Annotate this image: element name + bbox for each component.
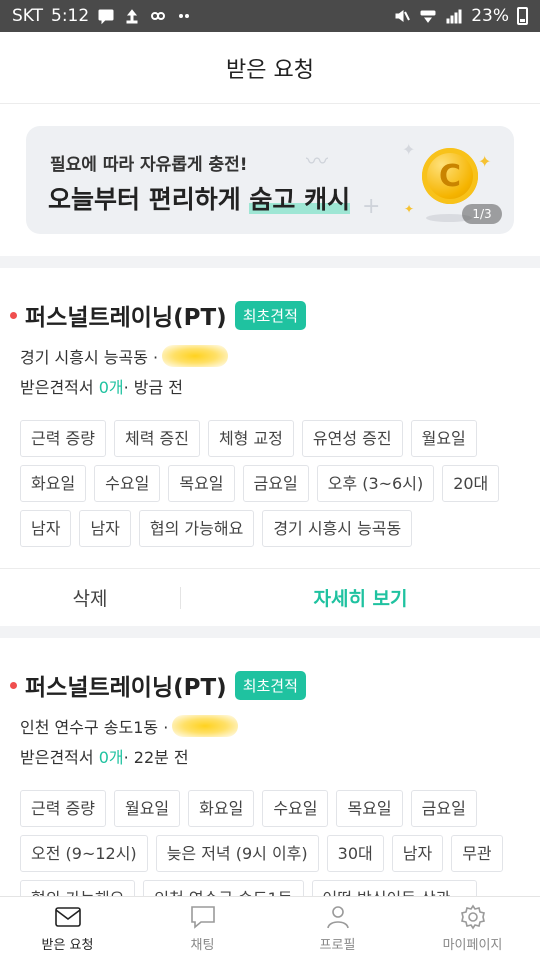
nav-label: 받은 요청: [41, 938, 94, 953]
request-tag: 30대: [326, 835, 384, 872]
request-actions: 삭제 자세히 보기: [0, 568, 540, 626]
mail-icon: [54, 907, 81, 927]
request-tag: 늦은 저녁 (9시 이후): [155, 835, 319, 872]
request-tag: 남자: [391, 835, 444, 872]
banner-subtitle: 필요에 따라 자유롭게 충전!: [50, 155, 248, 175]
request-tag: 금요일: [242, 465, 309, 502]
request-tag: 목요일: [168, 465, 235, 502]
chat-icon: [190, 906, 215, 929]
request-meta: 받은견적서 0개· 방금 전: [20, 374, 183, 398]
request-card[interactable]: 퍼스널트레이닝(PT) 최초견적 경기 시흥시 능곡동 · 받은견적서 0개· …: [0, 268, 540, 626]
nav-label: 마이페이지: [442, 938, 503, 953]
request-tag: 체형 교정: [207, 420, 294, 457]
request-tags: 근력 증량 월요일 화요일 수요일 목요일 금요일 오전 (9~12시) 늦은 …: [20, 790, 520, 898]
request-location: 인천 연수구 송도1동 ·: [20, 714, 239, 738]
quotes-label: 받은견적서: [20, 378, 99, 397]
person-icon: [326, 906, 349, 929]
banner-pager: 1/3: [462, 204, 502, 224]
request-tag: 근력 증량: [20, 420, 106, 457]
request-tag: 경기 시흥시 능곡동: [262, 510, 413, 547]
request-tag: 수요일: [262, 790, 329, 827]
request-location-text: 인천 연수구 송도1동 ·: [20, 718, 169, 737]
nav-chat[interactable]: 채팅: [135, 897, 270, 960]
request-tag: 협의 가능해요: [138, 510, 255, 547]
quotes-count: 0개: [98, 378, 124, 397]
quotes-label: 받은견적서: [20, 748, 99, 767]
banner-headline-highlight: 숨고 캐시: [249, 185, 351, 214]
clock: 5:12: [51, 6, 90, 26]
app-header: 받은 요청: [0, 32, 540, 104]
page-title: 받은 요청: [226, 57, 314, 83]
request-tag: 20대: [442, 465, 500, 502]
request-tag: 월요일: [410, 420, 477, 457]
battery-percent: 23%: [471, 6, 509, 26]
request-tag: 목요일: [336, 790, 403, 827]
nav-label: 채팅: [190, 938, 215, 953]
request-meta: 받은견적서 0개· 22분 전: [20, 744, 189, 768]
request-title: 퍼스널트레이닝(PT): [25, 675, 227, 701]
first-quote-badge: 최초견적: [234, 670, 306, 700]
request-tag: 무관: [451, 835, 503, 872]
more-dots-icon: [175, 7, 193, 25]
delete-button[interactable]: 삭제: [0, 584, 180, 611]
request-tag: 월요일: [113, 790, 181, 827]
request-card[interactable]: 퍼스널트레이닝(PT) 최초견적 인천 연수구 송도1동 · 받은견적서 0개·…: [0, 638, 540, 898]
quotes-time: · 방금 전: [123, 378, 184, 397]
banner-headline: 오늘부터 편리하게 숨고 캐시: [48, 180, 351, 216]
request-location: 경기 시흥시 능곡동 ·: [20, 344, 229, 368]
cash-coin-icon: C: [422, 148, 478, 204]
upload-icon: [123, 7, 141, 25]
first-quote-badge: 최초견적: [234, 300, 306, 330]
lte-icon: [419, 7, 437, 25]
view-details-button[interactable]: 자세히 보기: [181, 584, 540, 611]
bottom-navigation: 받은 요청 채팅 프로필 마이페이지: [0, 896, 540, 960]
promo-banner[interactable]: 필요에 따라 자유롭게 충전! 오늘부터 편리하게 숨고 캐시 〰 + ✦ ✦ …: [26, 126, 514, 234]
request-tag: 체력 증진: [113, 420, 200, 457]
unread-dot: [10, 681, 17, 689]
mute-icon: [393, 7, 411, 25]
plus-deco-icon: +: [362, 194, 381, 219]
nav-mypage[interactable]: 마이페이지: [405, 897, 540, 960]
redacted-name-highlight: [162, 345, 229, 367]
request-tag: 오후 (3~6시): [316, 465, 435, 502]
zigzag-deco-icon: 〰: [306, 150, 329, 175]
banner-section: 필요에 따라 자유롭게 충전! 오늘부터 편리하게 숨고 캐시 〰 + ✦ ✦ …: [0, 104, 540, 256]
sparkle-icon: ✦: [478, 152, 492, 171]
battery-icon: [517, 7, 528, 25]
message-icon: [97, 7, 115, 25]
request-location-text: 경기 시흥시 능곡동 ·: [20, 348, 159, 367]
quotes-count: 0개: [98, 748, 124, 767]
request-tags: 근력 증량 체력 증진 체형 교정 유연성 증진 월요일 화요일 수요일 목요일…: [20, 420, 520, 547]
request-tag: 화요일: [188, 790, 255, 827]
nav-profile[interactable]: 프로필: [270, 897, 405, 960]
request-tag: 수요일: [94, 465, 161, 502]
status-bar: SKT 5:12 23%: [0, 0, 540, 32]
unread-dot: [10, 311, 17, 319]
quotes-time: · 22분 전: [123, 748, 189, 767]
sparkle-icon: ✦: [404, 202, 415, 216]
request-tag: 유연성 증진: [301, 420, 403, 457]
request-title-row: 퍼스널트레이닝(PT) 최초견적: [10, 668, 306, 702]
carrier-label: SKT: [12, 6, 44, 26]
request-title: 퍼스널트레이닝(PT): [25, 305, 227, 331]
request-tag: 근력 증량: [20, 790, 106, 827]
request-tag: 남자: [20, 510, 72, 547]
request-tag: 오전 (9~12시): [20, 835, 148, 872]
request-tag: 남자: [79, 510, 131, 547]
request-tag: 화요일: [20, 465, 87, 502]
nav-label: 프로필: [319, 938, 356, 953]
request-tag: 금요일: [410, 790, 477, 827]
sparkle-icon: ✦: [402, 140, 416, 159]
signal-icon: [445, 7, 463, 25]
link-icon: [149, 7, 167, 25]
gear-icon: [460, 904, 485, 930]
banner-headline-prefix: 오늘부터 편리하게: [48, 185, 250, 214]
request-title-row: 퍼스널트레이닝(PT) 최초견적: [10, 298, 306, 332]
redacted-name-highlight: [172, 715, 239, 737]
nav-received-requests[interactable]: 받은 요청: [0, 897, 135, 960]
